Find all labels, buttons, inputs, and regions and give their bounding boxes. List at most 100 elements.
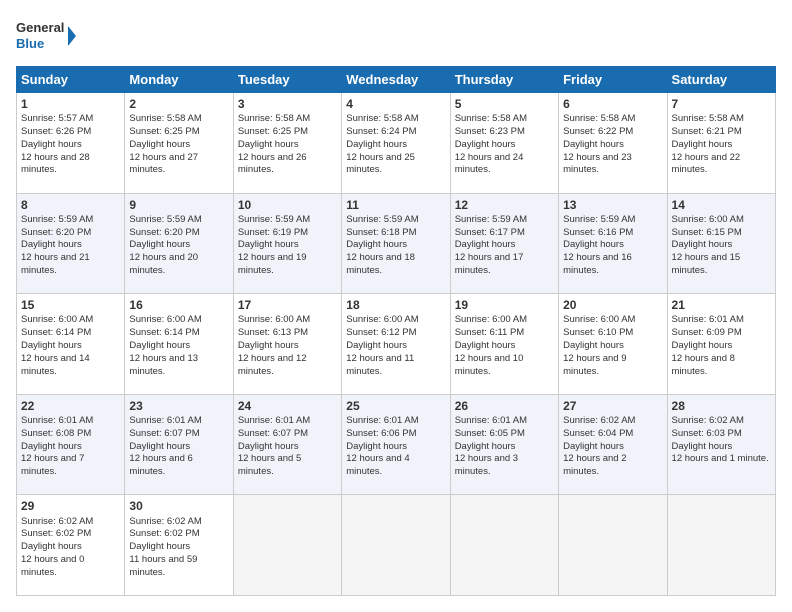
day-info: Sunrise: 6:00 AMSunset: 6:15 PMDaylight … xyxy=(672,214,744,276)
logo-svg: General Blue xyxy=(16,16,76,56)
calendar-cell: 4Sunrise: 5:58 AMSunset: 6:24 PMDaylight… xyxy=(342,93,450,194)
calendar-cell: 10Sunrise: 5:59 AMSunset: 6:19 PMDayligh… xyxy=(233,193,341,294)
day-info: Sunrise: 5:59 AMSunset: 6:18 PMDaylight … xyxy=(346,214,418,276)
page: General Blue SundayMondayTuesdayWednesda… xyxy=(0,0,792,612)
day-number: 2 xyxy=(129,96,228,112)
calendar-cell: 8Sunrise: 5:59 AMSunset: 6:20 PMDaylight… xyxy=(17,193,125,294)
day-number: 22 xyxy=(21,398,120,414)
day-info: Sunrise: 6:00 AMSunset: 6:13 PMDaylight … xyxy=(238,314,310,376)
day-number: 17 xyxy=(238,297,337,313)
calendar-cell: 19Sunrise: 6:00 AMSunset: 6:11 PMDayligh… xyxy=(450,294,558,395)
day-info: Sunrise: 6:01 AMSunset: 6:08 PMDaylight … xyxy=(21,415,93,477)
day-number: 27 xyxy=(563,398,662,414)
calendar-cell: 13Sunrise: 5:59 AMSunset: 6:16 PMDayligh… xyxy=(559,193,667,294)
day-info: Sunrise: 5:57 AMSunset: 6:26 PMDaylight … xyxy=(21,113,93,175)
day-info: Sunrise: 5:59 AMSunset: 6:17 PMDaylight … xyxy=(455,214,527,276)
calendar-week-row: 22Sunrise: 6:01 AMSunset: 6:08 PMDayligh… xyxy=(17,394,776,495)
day-info: Sunrise: 5:59 AMSunset: 6:20 PMDaylight … xyxy=(21,214,93,276)
header: General Blue xyxy=(16,16,776,56)
calendar-cell xyxy=(667,495,775,596)
day-number: 21 xyxy=(672,297,771,313)
day-info: Sunrise: 6:02 AMSunset: 6:02 PMDaylight … xyxy=(21,516,93,578)
calendar-cell xyxy=(450,495,558,596)
calendar-cell xyxy=(559,495,667,596)
day-number: 13 xyxy=(563,197,662,213)
calendar-header-row: SundayMondayTuesdayWednesdayThursdayFrid… xyxy=(17,67,776,93)
calendar-cell: 28Sunrise: 6:02 AMSunset: 6:03 PMDayligh… xyxy=(667,394,775,495)
calendar-cell: 24Sunrise: 6:01 AMSunset: 6:07 PMDayligh… xyxy=(233,394,341,495)
day-number: 23 xyxy=(129,398,228,414)
day-number: 1 xyxy=(21,96,120,112)
day-number: 14 xyxy=(672,197,771,213)
day-number: 12 xyxy=(455,197,554,213)
calendar-cell xyxy=(342,495,450,596)
day-number: 28 xyxy=(672,398,771,414)
day-info: Sunrise: 6:00 AMSunset: 6:14 PMDaylight … xyxy=(129,314,201,376)
calendar-cell: 16Sunrise: 6:00 AMSunset: 6:14 PMDayligh… xyxy=(125,294,233,395)
day-info: Sunrise: 5:58 AMSunset: 6:22 PMDaylight … xyxy=(563,113,635,175)
day-info: Sunrise: 5:59 AMSunset: 6:20 PMDaylight … xyxy=(129,214,201,276)
day-info: Sunrise: 5:59 AMSunset: 6:19 PMDaylight … xyxy=(238,214,310,276)
calendar-cell: 6Sunrise: 5:58 AMSunset: 6:22 PMDaylight… xyxy=(559,93,667,194)
day-info: Sunrise: 6:01 AMSunset: 6:05 PMDaylight … xyxy=(455,415,527,477)
day-info: Sunrise: 5:58 AMSunset: 6:24 PMDaylight … xyxy=(346,113,418,175)
calendar-cell: 9Sunrise: 5:59 AMSunset: 6:20 PMDaylight… xyxy=(125,193,233,294)
day-info: Sunrise: 6:02 AMSunset: 6:02 PMDaylight … xyxy=(129,516,201,578)
day-number: 26 xyxy=(455,398,554,414)
day-number: 10 xyxy=(238,197,337,213)
day-number: 19 xyxy=(455,297,554,313)
calendar-week-row: 1Sunrise: 5:57 AMSunset: 6:26 PMDaylight… xyxy=(17,93,776,194)
day-info: Sunrise: 6:00 AMSunset: 6:12 PMDaylight … xyxy=(346,314,418,376)
calendar-cell: 11Sunrise: 5:59 AMSunset: 6:18 PMDayligh… xyxy=(342,193,450,294)
calendar-cell: 14Sunrise: 6:00 AMSunset: 6:15 PMDayligh… xyxy=(667,193,775,294)
day-number: 3 xyxy=(238,96,337,112)
col-header-thursday: Thursday xyxy=(450,67,558,93)
calendar-cell: 20Sunrise: 6:00 AMSunset: 6:10 PMDayligh… xyxy=(559,294,667,395)
day-info: Sunrise: 6:00 AMSunset: 6:14 PMDaylight … xyxy=(21,314,93,376)
svg-text:Blue: Blue xyxy=(16,36,44,51)
calendar-cell: 15Sunrise: 6:00 AMSunset: 6:14 PMDayligh… xyxy=(17,294,125,395)
calendar-cell: 26Sunrise: 6:01 AMSunset: 6:05 PMDayligh… xyxy=(450,394,558,495)
calendar-cell: 12Sunrise: 5:59 AMSunset: 6:17 PMDayligh… xyxy=(450,193,558,294)
calendar-cell xyxy=(233,495,341,596)
day-number: 8 xyxy=(21,197,120,213)
calendar-cell: 17Sunrise: 6:00 AMSunset: 6:13 PMDayligh… xyxy=(233,294,341,395)
calendar-cell: 1Sunrise: 5:57 AMSunset: 6:26 PMDaylight… xyxy=(17,93,125,194)
day-number: 15 xyxy=(21,297,120,313)
day-info: Sunrise: 6:01 AMSunset: 6:06 PMDaylight … xyxy=(346,415,418,477)
calendar-week-row: 15Sunrise: 6:00 AMSunset: 6:14 PMDayligh… xyxy=(17,294,776,395)
calendar-cell: 18Sunrise: 6:00 AMSunset: 6:12 PMDayligh… xyxy=(342,294,450,395)
calendar-table: SundayMondayTuesdayWednesdayThursdayFrid… xyxy=(16,66,776,596)
calendar-cell: 29 Sunrise: 6:02 AMSunset: 6:02 PMDayligh… xyxy=(17,495,125,596)
day-number: 24 xyxy=(238,398,337,414)
calendar-cell: 21Sunrise: 6:01 AMSunset: 6:09 PMDayligh… xyxy=(667,294,775,395)
day-number: 29 xyxy=(21,498,120,514)
day-number: 7 xyxy=(672,96,771,112)
day-number: 9 xyxy=(129,197,228,213)
day-info: Sunrise: 6:02 AMSunset: 6:03 PMDaylight … xyxy=(672,415,769,464)
calendar-cell: 3Sunrise: 5:58 AMSunset: 6:25 PMDaylight… xyxy=(233,93,341,194)
day-number: 16 xyxy=(129,297,228,313)
svg-text:General: General xyxy=(16,20,64,35)
calendar-cell: 5Sunrise: 5:58 AMSunset: 6:23 PMDaylight… xyxy=(450,93,558,194)
logo: General Blue xyxy=(16,16,76,56)
calendar-cell: 23Sunrise: 6:01 AMSunset: 6:07 PMDayligh… xyxy=(125,394,233,495)
day-info: Sunrise: 5:58 AMSunset: 6:23 PMDaylight … xyxy=(455,113,527,175)
calendar-cell: 27Sunrise: 6:02 AMSunset: 6:04 PMDayligh… xyxy=(559,394,667,495)
day-info: Sunrise: 5:58 AMSunset: 6:25 PMDaylight … xyxy=(238,113,310,175)
day-number: 6 xyxy=(563,96,662,112)
day-info: Sunrise: 6:00 AMSunset: 6:11 PMDaylight … xyxy=(455,314,527,376)
calendar-cell: 22Sunrise: 6:01 AMSunset: 6:08 PMDayligh… xyxy=(17,394,125,495)
col-header-saturday: Saturday xyxy=(667,67,775,93)
calendar-cell: 7Sunrise: 5:58 AMSunset: 6:21 PMDaylight… xyxy=(667,93,775,194)
calendar-cell: 25Sunrise: 6:01 AMSunset: 6:06 PMDayligh… xyxy=(342,394,450,495)
day-info: Sunrise: 5:58 AMSunset: 6:21 PMDaylight … xyxy=(672,113,744,175)
col-header-friday: Friday xyxy=(559,67,667,93)
day-number: 25 xyxy=(346,398,445,414)
calendar-week-row: 29 Sunrise: 6:02 AMSunset: 6:02 PMDayligh… xyxy=(17,495,776,596)
col-header-sunday: Sunday xyxy=(17,67,125,93)
col-header-tuesday: Tuesday xyxy=(233,67,341,93)
calendar-week-row: 8Sunrise: 5:59 AMSunset: 6:20 PMDaylight… xyxy=(17,193,776,294)
day-number: 11 xyxy=(346,197,445,213)
col-header-monday: Monday xyxy=(125,67,233,93)
